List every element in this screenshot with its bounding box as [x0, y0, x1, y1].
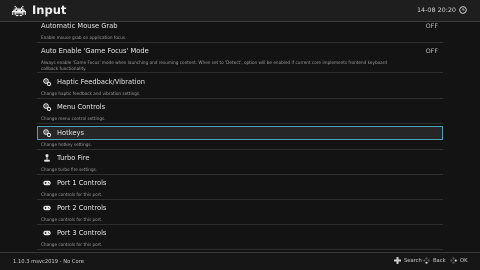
- setting-description: Change controls for this port.: [41, 217, 103, 222]
- setting-row-2[interactable]: Haptic Feedback/Vibration Change haptic f…: [37, 73, 443, 99]
- setting-description: Change haptic feedback and vibration set…: [41, 91, 141, 96]
- gear-icon: [43, 129, 51, 137]
- setting-row-7[interactable]: Port 2 Controls Change controls for this …: [37, 199, 443, 225]
- setting-title: Turbo Fire: [57, 154, 90, 162]
- setting-row-3[interactable]: Menu Controls Change menu control setting…: [37, 98, 443, 124]
- setting-description: Enable mouse grab on application focus.: [41, 35, 127, 40]
- gear-icon: [43, 78, 51, 86]
- setting-row-1[interactable]: Auto Enable 'Game Focus' Mode OFF Always e…: [37, 42, 443, 74]
- setting-title: Menu Controls: [57, 103, 106, 111]
- settings-list[interactable]: Automatic Mouse Grab OFF Enable mouse grab…: [0, 22, 480, 252]
- setting-title: Port 1 Controls: [57, 179, 107, 187]
- clock-text: 14-08 20:20: [416, 6, 456, 14]
- gamepad-icon: [43, 180, 51, 186]
- gamepad-icon: [43, 205, 51, 211]
- footer-bar: 1.10.3 msvc2019 - No Core Search Back OK: [0, 252, 480, 270]
- setting-title: Hotkeys: [57, 129, 84, 137]
- setting-description: Change hotkey settings.: [41, 142, 92, 147]
- selection-highlight: [37, 126, 443, 140]
- setting-value[interactable]: OFF: [426, 47, 438, 55]
- setting-description: Change controls for this port.: [41, 192, 103, 197]
- retroarch-invader-icon: [12, 5, 26, 17]
- setting-value[interactable]: OFF: [426, 22, 438, 30]
- face-button-back-icon: [423, 257, 430, 264]
- setting-description: Change menu control settings.: [41, 116, 106, 121]
- setting-title: Automatic Mouse Grab: [41, 22, 118, 30]
- setting-row-4[interactable]: Hotkeys Change hotkey settings.: [37, 124, 443, 150]
- hint-back[interactable]: Back: [433, 258, 446, 264]
- setting-title: Port 3 Controls: [57, 229, 107, 237]
- setting-description: Always enable 'Game Focus' mode when lau…: [41, 60, 388, 65]
- gamepad-icon: [43, 230, 51, 236]
- face-button-ok-icon: [450, 257, 457, 264]
- setting-row-5[interactable]: Turbo Fire Change turbo fire settings.: [37, 149, 443, 175]
- setting-row-6[interactable]: Port 1 Controls Change controls for this …: [37, 174, 443, 200]
- header-bar: Input 14-08 20:20: [0, 0, 480, 22]
- setting-row-8[interactable]: Port 3 Controls Change controls for this …: [37, 224, 443, 250]
- dpad-icon: [394, 257, 401, 264]
- setting-description: Change turbo fire settings.: [41, 167, 98, 172]
- setting-row-0[interactable]: Automatic Mouse Grab OFF Enable mouse grab…: [37, 22, 443, 43]
- clock-icon: [459, 6, 467, 14]
- page-title: Input: [32, 3, 67, 17]
- setting-title: Auto Enable 'Game Focus' Mode: [41, 47, 149, 55]
- hint-ok[interactable]: OK: [460, 258, 468, 264]
- joystick-icon: [44, 154, 50, 162]
- gear-icon: [43, 103, 51, 111]
- version-text: 1.10.3 msvc2019 - No Core: [13, 259, 84, 265]
- setting-description: callback functionality.: [41, 65, 87, 71]
- setting-description: Change controls for this port.: [41, 242, 103, 247]
- setting-title: Port 2 Controls: [57, 204, 107, 212]
- setting-title: Haptic Feedback/Vibration: [57, 78, 145, 86]
- hint-search[interactable]: Search: [404, 258, 422, 264]
